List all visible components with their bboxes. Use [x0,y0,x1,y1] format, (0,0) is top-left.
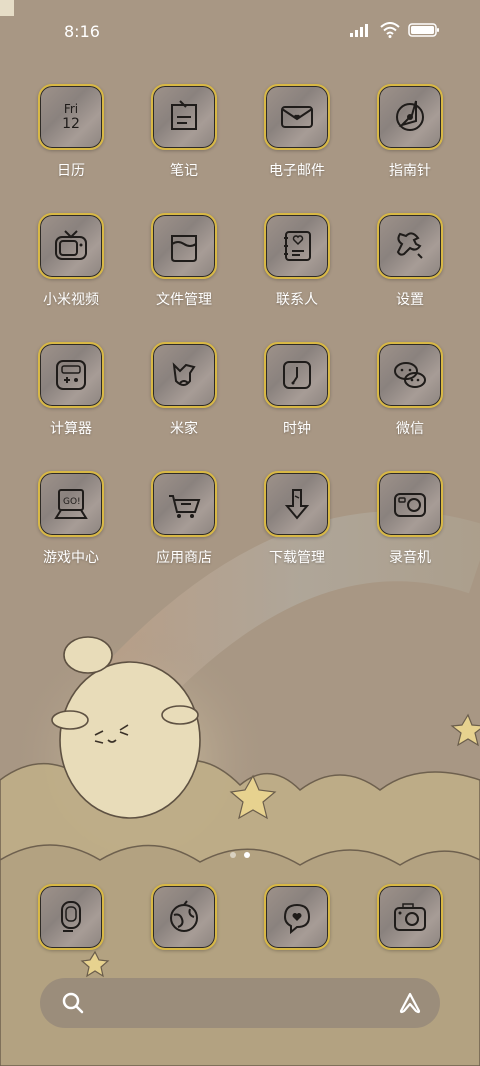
clock-icon [264,342,330,408]
search-icon[interactable] [62,992,84,1014]
app-label: 时钟 [283,421,311,437]
app-label: 设置 [396,292,424,308]
app-game-center[interactable]: GO! 游戏中心 [21,471,121,567]
app-label: 笔记 [170,163,198,179]
phone-icon [38,884,104,950]
app-calendar[interactable]: Fri 12 日历 [21,84,121,180]
app-label: 电子邮件 [269,163,325,179]
browser-globe-icon [151,884,217,950]
wifi-icon [380,22,400,38]
compass-icon [377,84,443,150]
calendar-icon: Fri 12 [38,84,104,150]
app-label: 联系人 [276,292,318,308]
app-email[interactable]: 电子邮件 [247,84,347,180]
app-label: 文件管理 [156,292,212,308]
svg-text:GO!: GO! [63,497,81,507]
dock-camera[interactable] [360,884,460,950]
app-label: 计算器 [50,421,92,437]
battery-icon [408,23,439,37]
calendar-day: Fri [63,102,79,116]
app-mijia[interactable]: 米家 [134,342,234,438]
app-contacts[interactable]: 联系人 [247,213,347,309]
app-label: 微信 [396,421,424,437]
wechat-icon [377,342,443,408]
mijia-icon [151,342,217,408]
app-label: 下载管理 [269,550,325,566]
recorder-icon [377,471,443,537]
app-calculator[interactable]: 计算器 [21,342,121,438]
shopping-cart-icon [151,471,217,537]
status-bar: 8:16 [0,0,480,60]
status-icons [350,22,440,38]
app-compass[interactable]: 指南针 [360,84,460,180]
app-settings[interactable]: 设置 [360,213,460,309]
dock-browser[interactable] [134,884,234,950]
app-label: 应用商店 [156,550,212,566]
message-bubble-icon [264,884,330,950]
assistant-icon[interactable] [398,992,422,1014]
app-label: 游戏中心 [43,550,99,566]
camera-icon [377,884,443,950]
app-label: 日历 [57,163,85,179]
app-clock[interactable]: 时钟 [247,342,347,438]
app-wechat[interactable]: 微信 [360,342,460,438]
page-indicator [0,852,480,858]
wrench-icon [377,213,443,279]
app-app-store[interactable]: 应用商店 [134,471,234,567]
status-time: 8:16 [64,22,100,41]
app-mi-video[interactable]: 小米视频 [21,213,121,309]
folder-jar-icon [151,213,217,279]
app-download-manager[interactable]: 下载管理 [247,471,347,567]
page-dot[interactable] [230,852,236,858]
page-dot-active[interactable] [244,852,250,858]
contacts-book-icon [264,213,330,279]
app-recorder[interactable]: 录音机 [360,471,460,567]
mail-icon [264,84,330,150]
signal-bars-icon [350,24,368,37]
app-label: 录音机 [389,550,431,566]
app-label: 小米视频 [43,292,99,308]
calendar-date: 12 [62,116,80,132]
notes-icon [151,84,217,150]
dock-phone[interactable] [21,884,121,950]
tv-icon [38,213,104,279]
dock-messages[interactable] [247,884,347,950]
app-label: 米家 [170,421,198,437]
app-notes[interactable]: 笔记 [134,84,234,180]
calculator-icon [38,342,104,408]
game-console-icon: GO! [38,471,104,537]
app-file-manager[interactable]: 文件管理 [134,213,234,309]
app-label: 指南针 [389,163,431,179]
search-bar[interactable] [40,978,440,1028]
download-arrow-icon [264,471,330,537]
